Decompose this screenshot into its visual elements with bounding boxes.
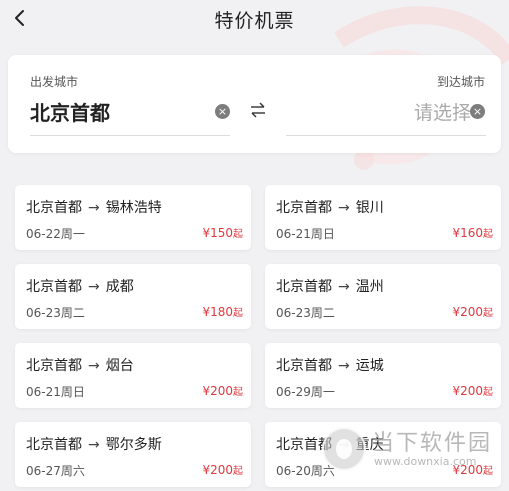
flight-date: 06-22周一 — [26, 227, 85, 241]
swap-arrows-icon[interactable] — [248, 101, 268, 119]
price-suffix: 起 — [483, 308, 493, 319]
flight-card[interactable]: 北京首都 → 锡林浩特 06-22周一 ¥150起 — [15, 185, 251, 250]
from-city-field[interactable]: 北京首都 — [30, 97, 110, 126]
flight-date: 06-29周一 — [276, 385, 335, 399]
from-city-label: 出发城市 — [30, 75, 79, 89]
from-underline — [30, 135, 230, 136]
route-to: 锡林浩特 — [105, 200, 162, 216]
to-underline — [286, 135, 486, 136]
price-suffix: 起 — [483, 229, 493, 240]
clear-to-icon[interactable]: × — [470, 104, 485, 119]
clear-from-icon[interactable]: × — [215, 104, 230, 119]
route-from: 北京首都 — [276, 279, 332, 295]
route-to: 烟台 — [105, 358, 134, 374]
flight-date: 06-23周二 — [276, 306, 335, 320]
flight-card[interactable]: 北京首都 → 鄂尔多斯 06-27周六 ¥200起 — [15, 422, 251, 487]
route-to: 运城 — [355, 358, 384, 374]
flight-price: ¥200 — [202, 384, 233, 398]
flight-price: ¥150 — [202, 226, 233, 240]
route-to: 重庆 — [355, 437, 384, 453]
route-from: 北京首都 — [26, 437, 82, 453]
flight-price: ¥200 — [452, 463, 483, 477]
to-city-label: 到达城市 — [436, 75, 485, 89]
arrow-right-icon: → — [338, 437, 350, 453]
route-from: 北京首都 — [276, 437, 332, 453]
flight-price: ¥200 — [452, 384, 483, 398]
flight-price: ¥160 — [452, 226, 483, 240]
arrow-right-icon: → — [88, 437, 100, 453]
flight-card[interactable]: 北京首都 → 运城 06-29周一 ¥200起 — [265, 343, 501, 408]
flight-date: 06-21周日 — [276, 227, 335, 241]
route-from: 北京首都 — [276, 358, 332, 374]
flight-card[interactable]: 北京首都 → 温州 06-23周二 ¥200起 — [265, 264, 501, 329]
price-suffix: 起 — [233, 229, 243, 240]
price-suffix: 起 — [483, 466, 493, 477]
flight-card[interactable]: 北京首都 → 重庆 06-20周六 ¥200起 — [265, 422, 501, 487]
route-from: 北京首都 — [26, 200, 82, 216]
price-suffix: 起 — [233, 466, 243, 477]
flight-price: ¥180 — [202, 305, 233, 319]
flight-date: 06-23周二 — [26, 306, 85, 320]
arrow-right-icon: → — [338, 279, 350, 295]
route-from: 北京首都 — [26, 279, 82, 295]
flight-date: 06-21周日 — [26, 385, 85, 399]
flight-card[interactable]: 北京首都 → 银川 06-21周日 ¥160起 — [265, 185, 501, 250]
flight-card[interactable]: 北京首都 → 成都 06-23周二 ¥180起 — [15, 264, 251, 329]
route-to: 温州 — [355, 279, 384, 295]
arrow-right-icon: → — [88, 279, 100, 295]
route-to: 银川 — [355, 200, 384, 216]
price-suffix: 起 — [233, 387, 243, 398]
route-to: 鄂尔多斯 — [105, 437, 162, 453]
flight-date: 06-27周六 — [26, 464, 85, 478]
price-suffix: 起 — [233, 308, 243, 319]
route-from: 北京首都 — [276, 200, 332, 216]
flight-price: ¥200 — [452, 305, 483, 319]
price-suffix: 起 — [483, 387, 493, 398]
arrow-right-icon: → — [88, 358, 100, 374]
to-city-field[interactable]: 请选择 — [414, 98, 471, 125]
arrow-right-icon: → — [88, 200, 100, 216]
city-search-card: 出发城市 北京首都 × 到达城市 请选择 × — [8, 55, 501, 153]
arrow-right-icon: → — [338, 200, 350, 216]
header-bar: 特价机票 — [0, 0, 509, 42]
arrow-right-icon: → — [338, 358, 350, 374]
route-from: 北京首都 — [26, 358, 82, 374]
flight-price: ¥200 — [202, 463, 233, 477]
flight-date: 06-20周六 — [276, 464, 335, 478]
route-to: 成都 — [105, 279, 134, 295]
page-title: 特价机票 — [214, 10, 295, 32]
flight-card[interactable]: 北京首都 → 烟台 06-21周日 ¥200起 — [15, 343, 251, 408]
